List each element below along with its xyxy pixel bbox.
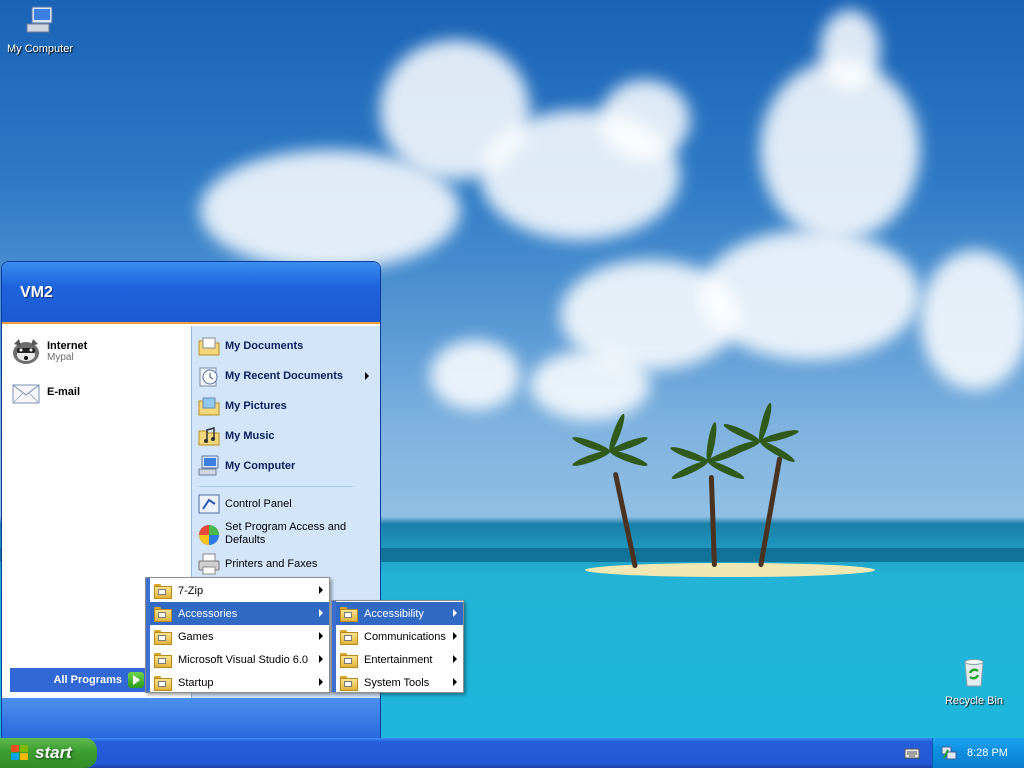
places-label: My Music (225, 430, 275, 442)
folder-icon (154, 629, 172, 645)
user-name: VM2 (20, 284, 53, 301)
wallpaper-cloud (820, 10, 880, 90)
documents-icon (198, 337, 220, 356)
submenu-arrow-icon (453, 678, 457, 686)
all-programs-button[interactable]: All Programs (10, 668, 150, 692)
places-label: Control Panel (225, 498, 292, 510)
programs-item-accessories[interactable]: Accessories (150, 602, 329, 625)
submenu-arrow-icon (365, 372, 369, 380)
pinned-item-title: Internet (47, 339, 88, 352)
places-my-pictures[interactable]: My Pictures (197, 393, 287, 419)
my-computer-icon (26, 6, 53, 33)
music-icon (198, 427, 220, 446)
folder-icon (340, 675, 358, 691)
folder-icon (340, 652, 358, 668)
places-label: My Pictures (225, 400, 287, 412)
folder-icon (154, 675, 172, 691)
places-label: Printers and Faxes (225, 558, 318, 570)
pinned-internet[interactable]: Internet Mypal (10, 332, 185, 370)
places-set-program-access[interactable]: Set Program Access and Defaults (197, 521, 357, 549)
desktop-icon-label: My Computer (6, 43, 74, 55)
wallpaper-cloud (530, 350, 650, 420)
folder-icon (154, 652, 172, 668)
places-label: My Computer (225, 460, 296, 472)
desktop-icon-label: Recycle Bin (944, 695, 1004, 707)
email-icon (12, 384, 40, 404)
places-my-recent-documents[interactable]: My Recent Documents (197, 363, 373, 389)
menu-item-label: Entertainment (364, 653, 433, 666)
places-label: Set Program Access and Defaults (225, 521, 347, 546)
all-programs-label: All Programs (53, 674, 122, 686)
programs-item-visual-studio[interactable]: Microsoft Visual Studio 6.0 (150, 648, 329, 671)
start-menu-header: VM2 (2, 262, 380, 324)
pinned-email[interactable]: E-mail (10, 373, 185, 411)
palm-crown (571, 412, 650, 470)
submenu-arrow-icon (319, 586, 323, 594)
pinned-item-subtitle: Mypal (47, 351, 74, 363)
places-label: My Documents (225, 340, 304, 352)
places-control-panel[interactable]: Control Panel (197, 491, 292, 517)
pinned-item-title: E-mail (47, 386, 81, 398)
accessories-menu: Accessibility Communications Entertainme… (331, 600, 464, 693)
keyboard-icon[interactable] (904, 745, 920, 761)
folder-icon (340, 629, 358, 645)
menu-item-label: 7-Zip (178, 584, 204, 597)
menu-item-label: Communications (364, 630, 446, 643)
places-printers-faxes[interactable]: Printers and Faxes (197, 551, 317, 577)
menu-item-label: Accessibility (364, 607, 424, 620)
start-button[interactable]: start (0, 738, 97, 768)
submenu-arrow-icon (319, 678, 323, 686)
taskbar: start 8:28 PM (0, 738, 1024, 768)
programs-menu: 7-Zip Accessories Games Microsoft Visual… (145, 577, 330, 693)
desktop-icon-my-computer[interactable]: My Computer (0, 4, 80, 55)
pictures-icon (198, 397, 220, 416)
places-my-documents[interactable]: My Documents (197, 333, 303, 359)
windows-flag-icon (10, 744, 30, 762)
places-my-music[interactable]: My Music (197, 423, 275, 449)
recycle-bin-icon (964, 659, 984, 687)
network-icon[interactable] (941, 745, 957, 761)
wallpaper-cloud (430, 340, 520, 410)
control-panel-icon (198, 494, 220, 514)
browser-icon (13, 339, 39, 364)
menu-item-label: Startup (178, 676, 214, 689)
folder-icon (154, 583, 172, 599)
island (585, 563, 875, 577)
submenu-arrow-icon (453, 609, 457, 617)
desktop-icon-recycle-bin[interactable]: Recycle Bin (934, 656, 1014, 707)
wallpaper-cloud (600, 80, 690, 160)
palm-crown (721, 401, 800, 465)
places-my-computer[interactable]: My Computer (197, 453, 295, 479)
arrow-right-icon (128, 672, 144, 688)
recent-documents-icon (199, 367, 218, 387)
submenu-arrow-icon (319, 655, 323, 663)
program-access-icon (199, 525, 219, 545)
menu-item-label: Microsoft Visual Studio 6.0 (178, 653, 309, 666)
folder-icon (340, 606, 358, 622)
submenu-arrow-icon (453, 632, 457, 640)
folder-icon (154, 606, 172, 622)
menu-item-label: System Tools (364, 676, 430, 689)
programs-item-7zip[interactable]: 7-Zip (150, 579, 329, 602)
places-separator (199, 486, 353, 487)
my-computer-icon (198, 455, 219, 476)
menu-item-label: Games (178, 630, 214, 643)
printer-icon (198, 553, 220, 575)
wallpaper-cloud (920, 250, 1024, 390)
submenu-arrow-icon (319, 609, 323, 617)
programs-item-startup[interactable]: Startup (150, 671, 329, 694)
start-label: start (35, 743, 72, 762)
submenu-arrow-icon (319, 632, 323, 640)
menu-item-label: Accessories (178, 607, 238, 620)
programs-item-games[interactable]: Games (150, 625, 329, 648)
accessories-item-system-tools[interactable]: System Tools (336, 671, 463, 694)
accessories-item-entertainment[interactable]: Entertainment (336, 648, 463, 671)
system-tray: 8:28 PM (932, 738, 1024, 768)
submenu-arrow-icon (453, 655, 457, 663)
clock[interactable]: 8:28 PM (967, 747, 1008, 759)
accessories-item-accessibility[interactable]: Accessibility (336, 602, 463, 625)
places-label: My Recent Documents (225, 370, 343, 382)
start-menu-footer (2, 698, 380, 738)
accessories-item-communications[interactable]: Communications (336, 625, 463, 648)
